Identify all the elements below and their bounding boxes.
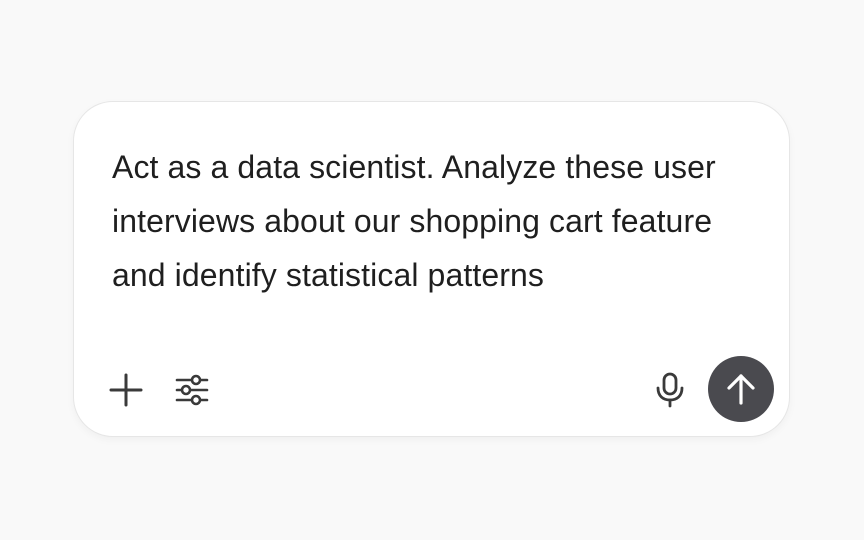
arrow-up-icon [727,374,755,405]
add-button[interactable] [104,370,148,410]
sliders-icon [175,374,209,406]
tools-button[interactable] [170,370,214,410]
plus-icon [109,373,143,407]
voice-input-button[interactable] [648,370,692,410]
prompt-input[interactable]: Act as a data scientist. Analyze these u… [112,140,762,302]
send-button[interactable] [708,356,774,422]
microphone-icon [656,372,684,408]
prompt-composer: Act as a data scientist. Analyze these u… [73,101,790,437]
